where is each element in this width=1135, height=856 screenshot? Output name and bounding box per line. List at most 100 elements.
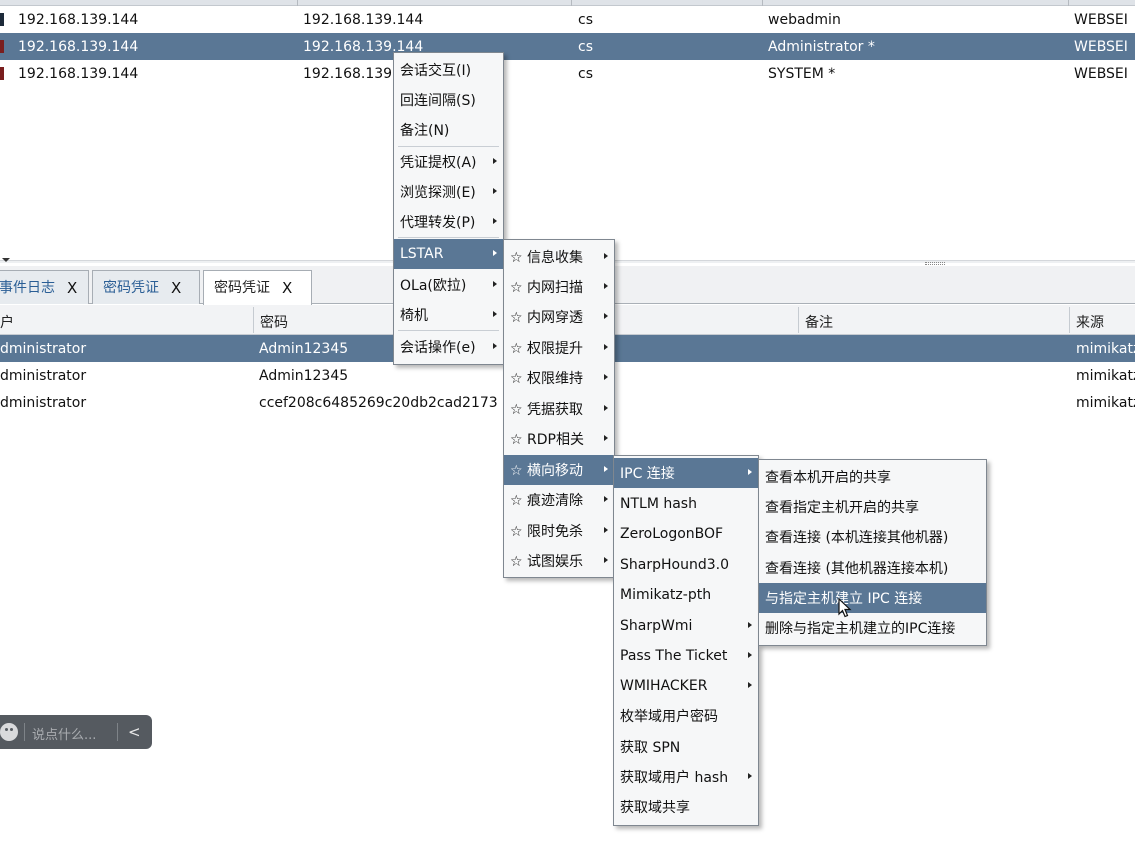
submenu-arrow-icon bbox=[493, 281, 497, 287]
menu-item-privilege-escalation[interactable]: ☆ 权限提升 bbox=[504, 333, 614, 363]
submenu-arrow-icon bbox=[604, 466, 608, 472]
submenu-arrow-icon bbox=[604, 496, 608, 502]
session-user: Administrator * bbox=[768, 39, 875, 55]
menu-item-persistence[interactable]: ☆ 权限维持 bbox=[504, 363, 614, 393]
tab-close-button[interactable]: X bbox=[67, 279, 77, 297]
cred-user: dministrator bbox=[0, 395, 87, 411]
session-external-ip: 192.168.139.144 bbox=[18, 66, 139, 82]
menu-item-establish-ipc[interactable]: 与指定主机建立 IPC 连接 bbox=[759, 583, 986, 613]
session-context-menu: 会话交互(I) 回连间隔(S) 备注(N) 凭证提权(A) 浏览探测(E) 代理… bbox=[393, 52, 504, 365]
menu-item-zerologon[interactable]: ZeroLogonBOF bbox=[614, 519, 758, 549]
session-internal-ip: 192.168.139 bbox=[303, 66, 393, 82]
session-listener: cs bbox=[578, 12, 593, 28]
menu-item-ola[interactable]: OLa(欧拉) bbox=[394, 270, 503, 300]
session-internal-ip: 192.168.139.144 bbox=[303, 12, 424, 28]
session-icon bbox=[0, 13, 4, 26]
menu-item-sharpwmi[interactable]: SharpWmi bbox=[614, 611, 758, 641]
submenu-arrow-icon bbox=[493, 250, 497, 256]
column-header-password[interactable]: 密码 bbox=[260, 312, 288, 332]
lateral-movement-submenu: IPC 连接 NTLM hash ZeroLogonBOF SharpHound… bbox=[613, 455, 759, 826]
menu-item-explore[interactable]: 浏览探测(E) bbox=[394, 177, 503, 207]
menu-item-rdp[interactable]: ☆ RDP相关 bbox=[504, 424, 614, 454]
menu-item-pivoting[interactable]: 代理转发(P) bbox=[394, 207, 503, 237]
menu-item-enum-domain-passwords[interactable]: 枚举域用户密码 bbox=[614, 701, 758, 731]
table-row[interactable]: 192.168.139.144 192.168.139.144 cs webad… bbox=[0, 6, 1135, 33]
submenu-arrow-icon bbox=[604, 374, 608, 380]
menu-item-view-outbound-connections[interactable]: 查看连接 (本机连接其他机器) bbox=[759, 522, 986, 552]
tab-label: 密码凭证 bbox=[214, 280, 270, 296]
session-computer: WEBSEI bbox=[1074, 66, 1128, 82]
menu-item-credential-dump[interactable]: ☆ 凭据获取 bbox=[504, 394, 614, 424]
session-icon bbox=[0, 40, 4, 53]
cred-user: dministrator bbox=[0, 341, 87, 357]
menu-item-view-host-shares[interactable]: 查看指定主机开启的共享 bbox=[759, 492, 986, 522]
menu-item-mimikatz-pth[interactable]: Mimikatz-pth bbox=[614, 580, 758, 610]
menu-item-note[interactable]: 备注(N) bbox=[394, 115, 503, 145]
menu-item-lateral-movement[interactable]: ☆ 横向移动 bbox=[504, 455, 614, 485]
menu-item-lstar[interactable]: LSTAR bbox=[394, 239, 503, 269]
submenu-arrow-icon bbox=[604, 253, 608, 259]
submenu-arrow-icon bbox=[493, 158, 497, 164]
menu-item-sharphound[interactable]: SharpHound3.0 bbox=[614, 550, 758, 580]
cred-source: mimikatz bbox=[1076, 341, 1135, 357]
column-header-user[interactable]: 户 bbox=[0, 312, 14, 332]
menu-item-view-inbound-connections[interactable]: 查看连接 (其他机器连接本机) bbox=[759, 553, 986, 583]
submenu-arrow-icon bbox=[604, 283, 608, 289]
lstar-submenu: ☆ 信息收集 ☆ 内网扫描 ☆ 内网穿透 ☆ 权限提升 ☆ 权限维持 ☆ 凭据获… bbox=[503, 239, 615, 578]
tab-label: 密码凭证 bbox=[103, 279, 159, 296]
collapse-arrow-icon[interactable] bbox=[2, 258, 10, 262]
menu-item-interact[interactable]: 会话交互(I) bbox=[394, 55, 503, 85]
menu-item-entertainment[interactable]: ☆ 试图娱乐 bbox=[504, 546, 614, 576]
menu-item-wmihacker[interactable]: WMIHACKER bbox=[614, 671, 758, 701]
submenu-arrow-icon bbox=[604, 527, 608, 533]
table-row-selected[interactable]: 192.168.139.144 192.168.139.144 cs Admin… bbox=[0, 33, 1135, 60]
submenu-arrow-icon bbox=[493, 218, 497, 224]
submenu-arrow-icon bbox=[604, 313, 608, 319]
menu-item-info-gathering[interactable]: ☆ 信息收集 bbox=[504, 242, 614, 272]
session-external-ip: 192.168.139.144 bbox=[18, 39, 139, 55]
submenu-arrow-icon bbox=[493, 311, 497, 317]
session-listener: cs bbox=[578, 66, 593, 82]
menu-item-pass-the-ticket[interactable]: Pass The Ticket bbox=[614, 641, 758, 671]
session-computer: WEBSEI bbox=[1074, 12, 1128, 28]
chevron-left-icon[interactable]: < bbox=[128, 723, 141, 741]
chat-widget: 说点什么... < bbox=[0, 715, 152, 749]
session-listener: cs bbox=[578, 39, 593, 55]
cred-password: ccef208c6485269c20db2cad2173 bbox=[259, 395, 498, 411]
tab-credentials-1[interactable]: 密码凭证 X bbox=[92, 270, 200, 304]
menu-item-delete-ipc[interactable]: 删除与指定主机建立的IPC连接 bbox=[759, 613, 986, 643]
tab-close-button[interactable]: X bbox=[171, 279, 181, 297]
session-icon bbox=[0, 67, 4, 80]
submenu-arrow-icon bbox=[604, 405, 608, 411]
chat-input[interactable]: 说点什么... bbox=[32, 724, 96, 743]
column-header-source[interactable]: 来源 bbox=[1076, 312, 1104, 332]
tab-credentials-2[interactable]: 密码凭证 X bbox=[203, 270, 312, 305]
cred-source: mimikatz bbox=[1076, 368, 1135, 384]
submenu-arrow-icon bbox=[748, 682, 752, 688]
menu-item-get-spn[interactable]: 获取 SPN bbox=[614, 732, 758, 762]
tab-close-button[interactable]: X bbox=[282, 279, 292, 297]
table-row[interactable]: 192.168.139.144 192.168.139 cs SYSTEM * … bbox=[0, 60, 1135, 87]
submenu-arrow-icon bbox=[604, 435, 608, 441]
menu-item-ntlm-hash[interactable]: NTLM hash bbox=[614, 489, 758, 519]
tab-event-log[interactable]: 事件日志 X bbox=[0, 270, 89, 304]
smile-icon[interactable] bbox=[0, 723, 18, 741]
menu-item-sleep[interactable]: 回连间隔(S) bbox=[394, 85, 503, 115]
menu-item-trace-cleanup[interactable]: ☆ 痕迹清除 bbox=[504, 485, 614, 515]
menu-item-chair[interactable]: 椅机 bbox=[394, 300, 503, 330]
menu-item-av-evasion[interactable]: ☆ 限时免杀 bbox=[504, 516, 614, 546]
submenu-arrow-icon bbox=[748, 652, 752, 658]
menu-item-view-local-shares[interactable]: 查看本机开启的共享 bbox=[759, 462, 986, 492]
session-user: webadmin bbox=[768, 12, 841, 28]
submenu-arrow-icon bbox=[748, 622, 752, 628]
menu-item-get-domain-hash[interactable]: 获取域用户 hash bbox=[614, 762, 758, 792]
menu-item-intranet-scan[interactable]: ☆ 内网扫描 bbox=[504, 272, 614, 302]
column-header-note[interactable]: 备注 bbox=[805, 312, 833, 332]
submenu-arrow-icon bbox=[748, 469, 752, 475]
menu-item-ipc-connect[interactable]: IPC 连接 bbox=[614, 458, 758, 488]
menu-item-access[interactable]: 凭证提权(A) bbox=[394, 147, 503, 177]
menu-item-get-domain-shares[interactable]: 获取域共享 bbox=[614, 792, 758, 822]
menu-item-intranet-tunnel[interactable]: ☆ 内网穿透 bbox=[504, 302, 614, 332]
menu-item-session-ops[interactable]: 会话操作(e) bbox=[394, 332, 503, 362]
splitter-grip[interactable] bbox=[925, 262, 945, 265]
